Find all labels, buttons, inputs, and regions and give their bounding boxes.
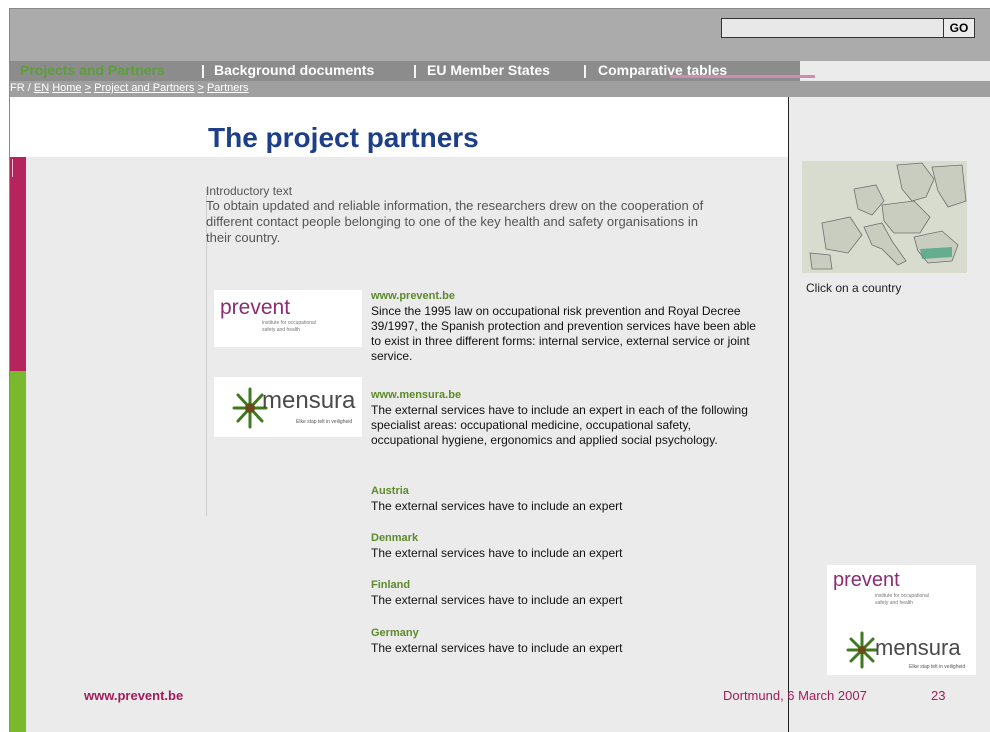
country-denmark[interactable]: Denmark xyxy=(371,532,418,544)
prevent-logo-tagline: institute for occupational safety and he… xyxy=(262,320,316,333)
breadcrumb-sep: > xyxy=(197,82,204,94)
prevent-logo-word: prevent xyxy=(220,296,291,319)
nav-hover-artifact xyxy=(670,75,815,78)
europe-map-icon xyxy=(802,161,967,273)
country-germany[interactable]: Germany xyxy=(371,627,419,639)
partner-description: Since the 1995 law on occupational risk … xyxy=(371,304,756,363)
breadcrumb: FR / EN Home > Project and Partners > Pa… xyxy=(10,81,990,97)
mensura-logo[interactable]: mensura Elke stap telt in veiligheid xyxy=(214,377,362,437)
country-austria[interactable]: Austria xyxy=(371,485,409,497)
accent-bar-pink xyxy=(10,157,26,371)
nav-background-documents[interactable]: Background documents xyxy=(214,62,374,78)
country-description: The external services have to include an… xyxy=(371,593,623,607)
column-divider xyxy=(788,97,789,732)
mensura-logo-tagline: Elke stap telt in veiligheid xyxy=(296,419,353,425)
mensura-logo-word: mensura xyxy=(262,387,356,414)
country-finland[interactable]: Finland xyxy=(371,579,410,591)
sidebar-mensura-leaf-icon xyxy=(846,631,878,669)
nav-eu-member-states[interactable]: EU Member States xyxy=(427,62,550,78)
top-band: GO xyxy=(10,9,990,61)
lang-en-link[interactable]: EN xyxy=(34,82,49,94)
breadcrumb-current[interactable]: Partners xyxy=(207,82,249,94)
country-description: The external services have to include an… xyxy=(371,641,623,655)
sidebar-prevent-word: prevent xyxy=(833,569,900,591)
sidebar-logos: prevent institute for occupational safet… xyxy=(827,565,976,675)
accent-bar-green xyxy=(10,371,26,732)
sidebar-mensura-word: mensura xyxy=(875,635,961,660)
nav-projects-and-partners[interactable]: Projects and Partners xyxy=(20,62,165,78)
nav-separator: | xyxy=(413,62,417,78)
intro-text: To obtain updated and reliable informati… xyxy=(206,198,704,245)
lang-fr-link[interactable]: FR xyxy=(10,82,25,94)
breadcrumb-slash: / xyxy=(27,82,31,94)
prevent-logo[interactable]: prevent institute for occupational safet… xyxy=(214,290,362,347)
sidebar-prevent-tagline: institute for occupational safety and he… xyxy=(875,593,929,606)
footer-url: www.prevent.be xyxy=(84,688,184,703)
page-title: The project partners xyxy=(208,122,479,153)
accent-tick xyxy=(12,159,13,177)
nav-separator: | xyxy=(201,62,205,78)
country-description: The external services have to include an… xyxy=(371,499,623,513)
footer-date: Dortmund, 6 March 2007 xyxy=(723,688,867,703)
nav-separator: | xyxy=(583,62,587,78)
partner-description: The external services have to include an… xyxy=(371,403,748,447)
europe-map[interactable] xyxy=(802,161,967,273)
search-input[interactable] xyxy=(721,18,948,38)
breadcrumb-home[interactable]: Home xyxy=(52,82,81,94)
main-nav: Projects and Partners | Background docum… xyxy=(10,61,800,81)
intro-label: Introductory text xyxy=(206,184,293,198)
go-button[interactable]: GO xyxy=(943,18,975,38)
partner-link-prevent[interactable]: www.prevent.be xyxy=(371,290,455,302)
page-number: 23 xyxy=(931,688,946,703)
breadcrumb-projects[interactable]: Project and Partners xyxy=(94,82,194,94)
partner-link-mensura[interactable]: www.mensura.be xyxy=(371,389,461,401)
map-caption: Click on a country xyxy=(806,281,902,295)
sidebar-mensura-tagline: Elke stap telt in veiligheid xyxy=(909,664,966,670)
country-description: The external services have to include an… xyxy=(371,546,623,560)
breadcrumb-sep: > xyxy=(84,82,92,94)
